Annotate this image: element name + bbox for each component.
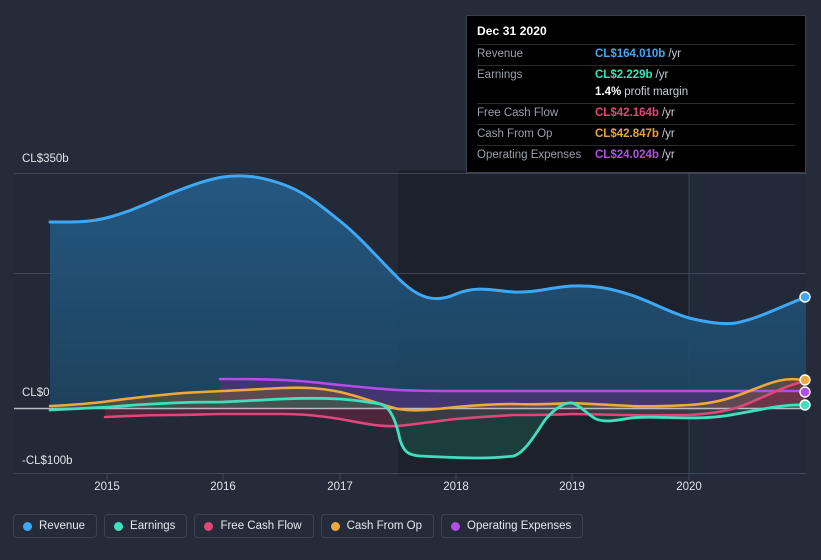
tooltip-label-earnings: Earnings xyxy=(477,69,523,81)
tooltip-label-free-cash-flow: Free Cash Flow xyxy=(477,107,559,119)
legend-item-cash-from-op[interactable]: Cash From Op xyxy=(320,514,435,538)
x-axis-label-2019: 2019 xyxy=(559,481,585,493)
legend-dot-earnings-icon xyxy=(114,521,124,531)
tooltip-value-free-cash-flow: CL$42.164b xyxy=(595,107,659,119)
x-axis-label-2020: 2020 xyxy=(676,481,702,493)
chart-tooltip: Dec 31 2020 Revenue CL$164.010b /yr Earn… xyxy=(466,15,806,173)
endpoint-revenue xyxy=(799,291,811,303)
endpoint-earnings xyxy=(799,399,811,411)
tooltip-row-earnings: Earnings CL$2.229b /yr xyxy=(477,65,795,86)
tooltip-date: Dec 31 2020 xyxy=(477,24,547,38)
legend-label-earnings: Earnings xyxy=(130,520,176,532)
tooltip-suffix-profit-margin: profit margin xyxy=(624,86,689,98)
tooltip-suffix-earnings: /yr xyxy=(655,69,669,81)
legend-dot-cash-from-op-icon xyxy=(330,521,340,531)
endpoint-cash-from-op xyxy=(799,374,811,386)
tooltip-suffix-revenue: /yr xyxy=(668,48,682,60)
tooltip-label-operating-expenses: Operating Expenses xyxy=(477,149,582,161)
tooltip-row-revenue: Revenue CL$164.010b /yr xyxy=(477,44,795,65)
y-axis-label-350b: CL$350b xyxy=(22,153,69,165)
tooltip-suffix-cash-from-op: /yr xyxy=(661,128,675,140)
tooltip-row-operating-expenses: Operating Expenses CL$24.024b /yr xyxy=(477,145,795,166)
tooltip-label-cash-from-op: Cash From Op xyxy=(477,128,553,140)
x-axis-label-2016: 2016 xyxy=(210,481,236,493)
tooltip-suffix-operating-expenses: /yr xyxy=(661,149,675,161)
legend-dot-revenue-icon xyxy=(23,521,32,531)
legend-dot-free-cash-flow-icon xyxy=(204,521,214,531)
y-axis-label-neg100b: -CL$100b xyxy=(22,455,73,467)
endpoint-operating-expenses xyxy=(799,386,811,398)
legend-item-operating-expenses[interactable]: Operating Expenses xyxy=(441,514,584,538)
chart-legend: Revenue Earnings Free Cash Flow Cash Fro… xyxy=(13,514,584,538)
tooltip-suffix-free-cash-flow: /yr xyxy=(661,107,675,119)
tooltip-value-profit-margin: 1.4% xyxy=(595,86,622,98)
tooltip-value-revenue: CL$164.010b xyxy=(595,48,666,60)
y-axis-label-0: CL$0 xyxy=(22,387,50,399)
legend-item-free-cash-flow[interactable]: Free Cash Flow xyxy=(194,514,314,538)
tooltip-row-profit-margin: 1.4% profit margin xyxy=(477,86,795,103)
legend-label-cash-from-op: Cash From Op xyxy=(346,520,423,532)
tooltip-row-cash-from-op: Cash From Op CL$42.847b /yr xyxy=(477,124,795,145)
x-axis-label-2015: 2015 xyxy=(94,481,120,493)
x-axis-label-2018: 2018 xyxy=(443,481,469,493)
legend-label-free-cash-flow: Free Cash Flow xyxy=(220,520,302,532)
legend-item-revenue[interactable]: Revenue xyxy=(13,514,98,538)
legend-dot-operating-expenses-icon xyxy=(451,521,461,531)
financial-area-chart: CL$350b CL$0 -CL$100b 2015 2016 2017 201… xyxy=(0,0,821,560)
tooltip-value-operating-expenses: CL$24.024b xyxy=(595,149,659,161)
tooltip-row-free-cash-flow: Free Cash Flow CL$42.164b /yr xyxy=(477,103,795,124)
tooltip-label-revenue: Revenue xyxy=(477,48,524,60)
legend-item-earnings[interactable]: Earnings xyxy=(104,514,188,538)
tooltip-value-earnings: CL$2.229b xyxy=(595,69,653,81)
legend-label-revenue: Revenue xyxy=(39,520,86,532)
tooltip-value-cash-from-op: CL$42.847b xyxy=(595,128,659,140)
x-axis-label-2017: 2017 xyxy=(327,481,353,493)
legend-label-operating-expenses: Operating Expenses xyxy=(467,520,572,532)
